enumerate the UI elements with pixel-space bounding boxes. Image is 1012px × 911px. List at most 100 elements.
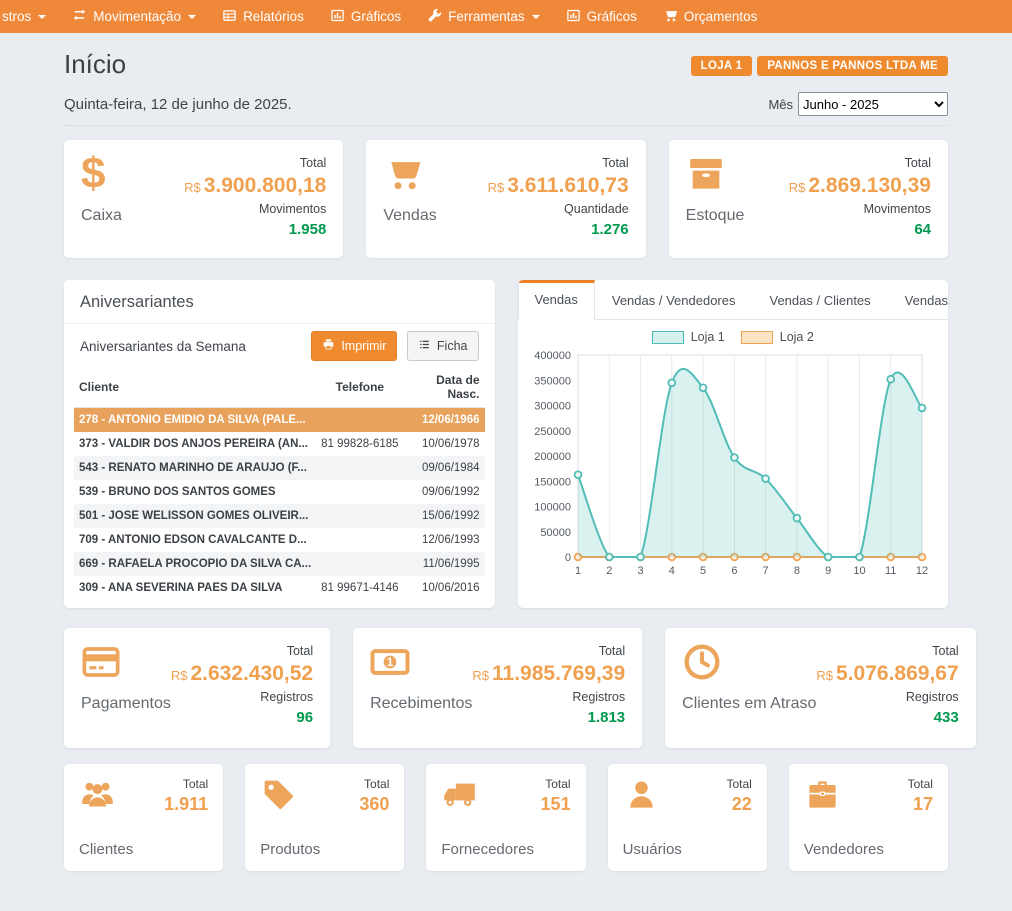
birthday-row[interactable]: 278 - ANTONIO EMIDIO DA SILVA (PALE...12… [74,408,485,433]
stat-card-label: Vendas [383,207,436,225]
count-card-vendedores: Total17Vendedores [789,764,948,871]
birthday-row[interactable]: 669 - RAFAELA PROCOPIO DA SILVA CA...11/… [74,552,485,576]
clock-icon [682,642,816,686]
metric-label: Quantidade [488,200,629,219]
caret-down-icon [188,15,196,19]
stat-card-caixa: $CaixaTotalR$3.900.800,18Movimentos1.958 [64,140,343,258]
phone-cell: 81 99671-4146 [316,576,403,600]
nav-item-stros[interactable]: stros [0,0,59,33]
svg-text:300000: 300000 [534,401,571,413]
birthdays-panel-title: Aniversariantes [64,280,495,324]
birthday-row[interactable]: 309 - ANA SEVERINA PAES DA SILVA81 99671… [74,576,485,600]
total-label: Total [908,777,933,791]
month-select[interactable]: Junho - 2025 [798,92,948,116]
metric-value: R$3.611.610,73 [488,173,629,199]
birthday-row[interactable]: 539 - BRUNO DOS SANTOS GOMES 09/06/1992 [74,480,485,504]
total-label: Total [359,777,389,791]
metric-label: Registros [171,688,313,707]
stat-card-estoque: EstoqueTotalR$2.869.130,39Movimentos64 [669,140,948,258]
svg-text:200000: 200000 [534,451,571,463]
birthdays-subtitle: Aniversariantes da Semana [80,339,246,354]
stat-card-pagamentos: Pagamentos TotalR$2.632.430,52Registros96 [64,628,330,748]
page-title: Início [64,49,126,80]
birthdays-table: ClienteTelefoneData de Nasc. 278 - ANTON… [74,367,485,600]
total-label: Total [164,777,208,791]
total-value: 151 [541,794,571,815]
chart-legend: Loja 1Loja 2 [530,330,937,344]
svg-text:2: 2 [606,565,612,577]
phone-cell [316,480,403,504]
birthdate-cell: 15/06/1992 [404,504,485,528]
metric-count: 1.813 [472,707,625,730]
client-cell: 539 - BRUNO DOS SANTOS GOMES [74,480,316,504]
nav-item-movimenta-o[interactable]: Movimentação [59,0,209,33]
client-cell: 501 - JOSE WELISSON GOMES OLIVEIR... [74,504,316,528]
stat-card-label: Clientes em Atraso [682,695,816,713]
column-header: Cliente [74,367,316,408]
count-card-label: Clientes [79,841,208,858]
total-label: Total [726,777,751,791]
metric-value: R$3.900.800,18 [184,173,326,199]
stat-cards-row2: PagamentosTotalR$2.632.430,52Registros96… [64,628,948,748]
credit-card-icon [81,642,171,686]
nav-item-gr-ficos[interactable]: Gráficos [317,0,414,33]
nav-item-relat-rios[interactable]: Relatórios [209,0,317,33]
current-date: Quinta-feira, 12 de junho de 2025. [64,96,292,113]
legend-item-loja-1: Loja 1 [652,330,725,344]
bar-chart-icon [566,8,581,26]
birthday-row[interactable]: 373 - VALDIR DOS ANJOS PEREIRA (AN...81 … [74,432,485,456]
count-card-clientes: Total1.911Clientes [64,764,223,871]
wrench-icon [427,8,442,26]
tab-vendas-clientes[interactable]: Vendas / Clientes [752,280,887,320]
total-value: 22 [726,794,751,815]
svg-text:3: 3 [637,565,643,577]
svg-text:11: 11 [884,565,895,577]
metric-label: Total [171,642,313,661]
tab-vendas-vendedores[interactable]: Vendas / Vendedores [595,280,753,320]
stat-card-vendas: VendasTotalR$3.611.610,73Quantidade1.276 [366,140,645,258]
svg-text:6: 6 [731,565,737,577]
ficha-button[interactable]: Ficha [407,331,479,361]
client-cell: 373 - VALDIR DOS ANJOS PEREIRA (AN... [74,432,316,456]
company-badge: PANNOS E PANNOS LTDA ME [757,56,948,76]
metric-label: Registros [472,688,625,707]
nav-item-or-amentos[interactable]: Orçamentos [650,0,771,33]
column-header: Data de Nasc. [404,367,485,408]
tab-vendas[interactable]: Vendas [518,280,595,320]
total-label: Total [541,777,571,791]
nav-item-ferramentas[interactable]: Ferramentas [414,0,553,33]
tab-vendas-produtos[interactable]: Vendas / Produtos [888,280,948,320]
birthday-row[interactable]: 543 - RENATO MARINHO DE ARAUJO (F...09/0… [74,456,485,480]
main-content: Início LOJA 1PANNOS E PANNOS LTDA ME Qui… [0,49,1012,911]
birthday-row[interactable]: 709 - ANTONIO EDSON CAVALCANTE D...12/06… [74,528,485,552]
birthdate-cell: 09/06/1992 [404,480,485,504]
svg-text:4: 4 [668,565,674,577]
metric-label: Total [184,154,326,173]
metric-value: R$2.632.430,52 [171,661,313,687]
svg-text:150000: 150000 [534,476,571,488]
phone-cell: 81 99828-6185 [316,432,403,456]
store-badge: LOJA 1 [691,56,753,76]
sales-area-chart: 0500001000001500002000002500003000003500… [530,347,932,585]
caret-down-icon [38,15,46,19]
birthday-row[interactable]: 501 - JOSE WELISSON GOMES OLIVEIR... 15/0… [74,504,485,528]
count-card-fornecedores: Total151Fornecedores [426,764,585,871]
nav-item-gr-ficos[interactable]: Gráficos [553,0,650,33]
metric-count: 96 [171,707,313,730]
stat-card-label: Pagamentos [81,695,171,713]
print-button[interactable]: Imprimir [311,331,397,361]
birthdate-cell: 10/06/1978 [404,432,485,456]
legend-swatch [652,331,684,344]
svg-text:250000: 250000 [534,426,571,438]
svg-text:12: 12 [915,565,927,577]
legend-swatch [741,331,773,344]
phone-cell [316,408,403,433]
stat-cards-row1: $CaixaTotalR$3.900.800,18Movimentos1.958… [64,140,948,258]
metric-count: 1.958 [184,219,326,242]
metric-label: Registros [816,688,958,707]
metric-label: Total [472,642,625,661]
birthdate-cell: 12/06/1993 [404,528,485,552]
svg-text:0: 0 [564,552,570,564]
count-cards-row: Total1.911ClientesTotal360ProdutosTotal1… [64,764,948,911]
metric-count: 433 [816,707,958,730]
